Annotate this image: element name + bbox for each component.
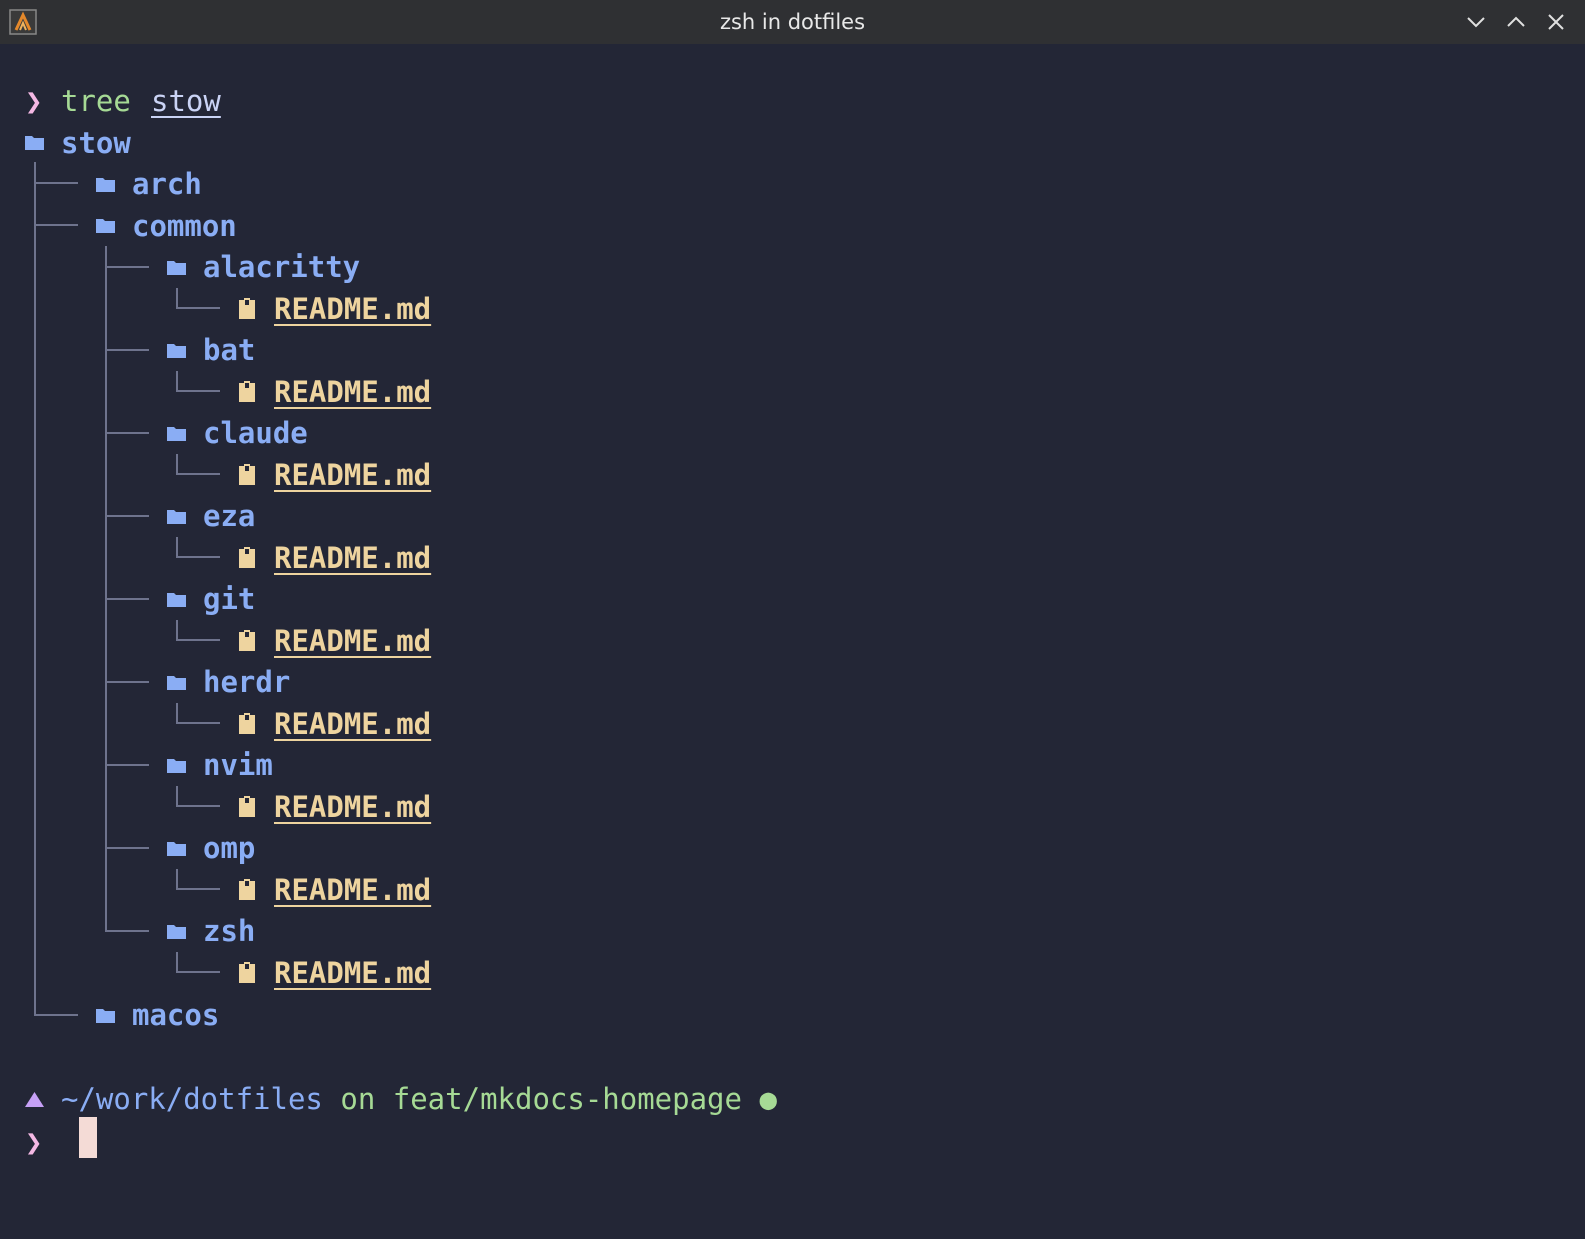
command-argument: stow xyxy=(151,84,221,118)
triangle-icon xyxy=(25,1092,44,1107)
tree-branch-line xyxy=(34,1014,78,1016)
command-program: tree xyxy=(61,84,131,118)
on-label: on xyxy=(340,1082,376,1116)
markdown-file-icon xyxy=(239,298,255,319)
git-branch: feat/mkdocs-homepage xyxy=(392,1082,742,1116)
tree-branch-line xyxy=(34,182,78,184)
close-icon xyxy=(1548,14,1564,30)
tree-branch-line xyxy=(34,224,78,226)
folder-icon xyxy=(167,593,186,607)
tree-branch-line xyxy=(105,515,149,517)
tree-branch-line xyxy=(105,349,149,351)
dirty-indicator: ● xyxy=(759,1082,777,1116)
tree-file-readme[interactable]: README.md xyxy=(274,786,431,828)
tree-dir-herdr: herdr xyxy=(203,665,291,699)
tree-branch-line xyxy=(176,390,220,392)
tree-branch-line xyxy=(176,454,178,474)
tree-dir-omp: omp xyxy=(203,831,256,865)
folder-icon xyxy=(167,510,186,524)
chevron-up-icon xyxy=(1507,16,1525,27)
prompt-status-line: ~/work/dotfiles on feat/mkdocs-homepage … xyxy=(61,1078,777,1120)
tree-file-readme[interactable]: README.md xyxy=(274,454,431,496)
maximize-button[interactable] xyxy=(1504,10,1528,34)
folder-icon xyxy=(96,1009,115,1023)
tree-file-readme[interactable]: README.md xyxy=(274,371,431,413)
tree-dir-macos: macos xyxy=(132,998,220,1032)
tree-dir-common: common xyxy=(132,209,237,243)
window-title: zsh in dotfiles xyxy=(719,10,866,34)
tree-dir-eza: eza xyxy=(203,499,256,533)
tree-branch-line xyxy=(105,432,149,434)
prompt-symbol: ❯ xyxy=(25,84,43,118)
tree-branch-line xyxy=(176,888,220,890)
tree-branch-line xyxy=(105,681,149,683)
folder-icon xyxy=(96,219,115,233)
markdown-file-icon xyxy=(239,381,255,402)
tree-dir-claude: claude xyxy=(203,416,308,450)
tree-branch-line xyxy=(176,952,178,972)
close-button[interactable] xyxy=(1544,10,1568,34)
markdown-file-icon xyxy=(239,630,255,651)
chevron-down-icon xyxy=(1467,17,1485,28)
tree-branch-line xyxy=(176,473,220,475)
tree-branch-line xyxy=(105,764,149,766)
tree-branch-line xyxy=(176,869,178,889)
tree-dir-bat: bat xyxy=(203,333,256,367)
tree-file-readme[interactable]: README.md xyxy=(274,869,431,911)
tree-branch-line xyxy=(176,288,178,308)
alacritty-icon xyxy=(9,9,37,35)
folder-icon xyxy=(96,178,115,192)
folder-icon xyxy=(167,344,186,358)
tree-branch-line xyxy=(176,556,220,558)
tree-branch-line xyxy=(176,307,220,309)
tree-root: stow xyxy=(61,126,131,160)
tree-branch-line xyxy=(34,162,36,1016)
markdown-file-icon xyxy=(239,547,255,568)
next-prompt-line: ❯ xyxy=(25,1121,42,1163)
markdown-file-icon xyxy=(239,879,255,900)
tree-file-readme[interactable]: README.md xyxy=(274,952,431,994)
terminal-content[interactable]: ❯ tree stow stow arch common alacritty REA… xyxy=(0,44,1585,1239)
tree-branch-line xyxy=(176,722,220,724)
prompt-symbol: ❯ xyxy=(25,1125,43,1159)
tree-dir-arch: arch xyxy=(132,167,202,201)
tree-file-readme[interactable]: README.md xyxy=(274,288,431,330)
tree-dir-nvim: nvim xyxy=(203,748,273,782)
tree-branch-line xyxy=(176,703,178,723)
tree-branch-line xyxy=(176,537,178,557)
tree-branch-line xyxy=(176,620,178,640)
tree-file-readme[interactable]: README.md xyxy=(274,537,431,579)
folder-icon xyxy=(167,427,186,441)
folder-icon xyxy=(25,136,44,150)
terminal-window: zsh in dotfiles ❯ tree stow stow arch comm… xyxy=(0,0,1585,1239)
tree-file-readme[interactable]: README.md xyxy=(274,703,431,745)
markdown-file-icon xyxy=(239,962,255,983)
folder-icon xyxy=(167,759,186,773)
tree-branch-line xyxy=(105,847,149,849)
markdown-file-icon xyxy=(239,464,255,485)
tree-branch-line xyxy=(105,266,149,268)
markdown-file-icon xyxy=(239,796,255,817)
tree-dir-git: git xyxy=(203,582,256,616)
folder-icon xyxy=(167,925,186,939)
tree-branch-line xyxy=(105,598,149,600)
folder-icon xyxy=(167,676,186,690)
tree-file-readme[interactable]: README.md xyxy=(274,620,431,662)
current-path: ~/work/dotfiles xyxy=(61,1082,323,1116)
tree-dir-zsh: zsh xyxy=(203,914,256,948)
folder-icon xyxy=(167,261,186,275)
title-bar[interactable]: zsh in dotfiles xyxy=(0,0,1585,44)
folder-icon xyxy=(167,842,186,856)
terminal-cursor[interactable] xyxy=(79,1117,97,1158)
tree-branch-line xyxy=(176,805,220,807)
tree-branch-line xyxy=(176,786,178,806)
tree-dir-alacritty: alacritty xyxy=(203,250,361,284)
minimize-button[interactable] xyxy=(1464,10,1488,34)
tree-branch-line xyxy=(176,639,220,641)
markdown-file-icon xyxy=(239,713,255,734)
tree-branch-line xyxy=(176,371,178,391)
tree-branch-line xyxy=(176,971,220,973)
tree-branch-line xyxy=(105,930,149,932)
